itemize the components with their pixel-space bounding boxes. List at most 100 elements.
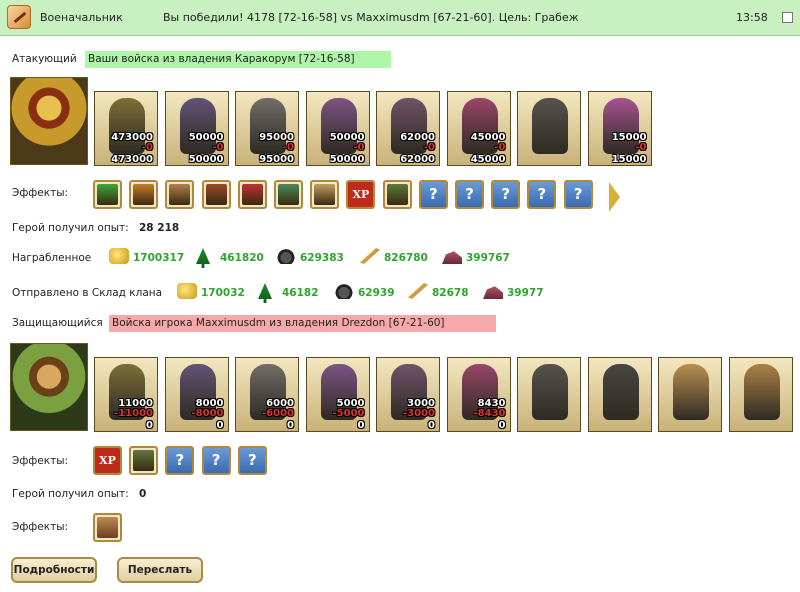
unit-figure-icon (461, 98, 498, 154)
attacker-owner: Ваши войска из владения Каракорум [72-16… (85, 51, 391, 68)
unknown-effect[interactable]: ? (165, 446, 195, 475)
question-icon: ? (457, 182, 482, 207)
sword-effect[interactable] (93, 180, 122, 209)
defender-exp-label: Герой получил опыт: (12, 488, 129, 500)
unit-remaining: 0 (498, 420, 506, 431)
scroll-icon (314, 184, 336, 205)
unit-card[interactable]: 50000 -0 50000 (164, 91, 229, 166)
resource-value: 46182 (282, 287, 319, 299)
grain-icon (408, 283, 428, 299)
unit-remaining: 473000 (111, 154, 153, 165)
hands-icon (169, 184, 191, 205)
battle-result: Вы победили! 4178 [72-16-58] vs Maxximus… (163, 11, 579, 24)
attacker-hero-portrait[interactable] (10, 77, 88, 165)
resource-value: 399767 (466, 252, 510, 264)
unit-card[interactable]: 8430 -8430 0 (446, 357, 511, 432)
unit-figure-icon (532, 98, 568, 154)
select-checkbox[interactable] (782, 12, 793, 23)
defender-hero-portrait[interactable] (10, 343, 88, 431)
battle-xp-icon (386, 184, 408, 205)
fortress-effect[interactable] (201, 180, 231, 209)
unit-card[interactable]: 8000 -8000 0 (164, 357, 229, 432)
unit-loss: -0 (212, 142, 224, 153)
effects-next-arrow-icon[interactable] (609, 182, 620, 212)
unit-card[interactable]: 62000 -0 62000 (376, 91, 440, 166)
unit-card[interactable] (517, 91, 581, 166)
resource-value: 1700317 (133, 252, 185, 264)
battle-xp-effect[interactable] (129, 446, 159, 475)
forward-button[interactable]: Переслать (117, 557, 203, 583)
unit-card[interactable]: 5000 -5000 0 (305, 357, 370, 432)
report-type: Военачальник (40, 11, 123, 24)
unit-card[interactable] (658, 357, 722, 432)
defender-label: Защищающийся (12, 317, 103, 329)
unit-card[interactable] (728, 357, 793, 432)
sword-report-icon (7, 5, 31, 29)
unit-loss: -0 (282, 142, 294, 153)
resource-value: 170032 (201, 287, 245, 299)
defender-exp-value: 0 (139, 488, 147, 500)
defender-hero-effect[interactable] (93, 513, 122, 542)
unit-loss: -0 (494, 142, 506, 153)
handshake-effect[interactable] (129, 180, 159, 209)
report-header: Военачальник Вы победили! 4178 [72-16-58… (0, 0, 800, 36)
shield-effect[interactable] (274, 180, 303, 209)
stone-icon (334, 283, 354, 299)
unit-loss: -0 (353, 142, 365, 153)
unit-card[interactable]: 3000 -3000 0 (376, 357, 440, 432)
attacker-label: Атакующий (12, 53, 77, 65)
resource-value: 461820 (220, 252, 264, 264)
grain-icon (360, 248, 380, 264)
question-icon: ? (167, 448, 193, 473)
scroll-effect[interactable] (310, 180, 340, 209)
clan-storage-label: Отправлено в Склад клана (12, 287, 163, 299)
hero-icon (97, 517, 118, 538)
unknown-effect[interactable]: ? (455, 180, 484, 209)
unit-figure-icon (532, 364, 568, 420)
unit-loss: -8430 (473, 408, 506, 419)
fortress-icon (205, 184, 227, 205)
hands-effect[interactable] (165, 180, 195, 209)
attacker-exp-value: 28 218 (139, 222, 180, 234)
report-time: 13:58 (736, 11, 768, 24)
unit-remaining: 45000 (470, 154, 506, 165)
unit-card[interactable]: 45000 -0 45000 (446, 91, 511, 166)
unit-card[interactable]: 15000 -0 15000 (587, 91, 652, 166)
battle-xp-icon (133, 450, 155, 471)
unit-card[interactable]: 11000 -11000 0 (94, 357, 158, 432)
unit-loss: -8000 (191, 408, 224, 419)
unit-remaining: 50000 (329, 154, 365, 165)
unit-remaining: 0 (357, 420, 365, 431)
unit-remaining: 62000 (400, 154, 435, 165)
unit-card[interactable]: 6000 -6000 0 (235, 357, 299, 432)
question-icon: ? (239, 448, 265, 473)
XP-effect[interactable]: XP (93, 446, 122, 475)
unit-card[interactable] (517, 357, 581, 432)
details-button[interactable]: Подробности (11, 557, 97, 583)
defender-effects2-label: Эффекты: (12, 521, 69, 533)
loot-label: Награбленное (12, 252, 92, 264)
unit-remaining: 0 (216, 420, 224, 431)
attacker-exp-label: Герой получил опыт: (12, 222, 129, 234)
unknown-effect[interactable]: ? (527, 180, 557, 209)
unknown-effect[interactable]: ? (237, 446, 267, 475)
wood-icon (196, 248, 210, 268)
unit-card[interactable]: 95000 -0 95000 (235, 91, 299, 166)
unknown-effect[interactable]: ? (418, 180, 448, 209)
unit-card[interactable]: 473000 -0 473000 (94, 91, 158, 166)
unit-card[interactable] (587, 357, 652, 432)
attacker-effects-label: Эффекты: (12, 187, 69, 199)
resource-value: 39977 (507, 287, 544, 299)
unknown-effect[interactable]: ? (491, 180, 521, 209)
unit-card[interactable]: 50000 -0 50000 (305, 91, 370, 166)
gift-icon (241, 184, 263, 205)
defender-owner: Войска игрока Maxximusdm из владения Dre… (109, 315, 496, 332)
unknown-effect[interactable]: ? (201, 446, 231, 475)
XP-effect[interactable]: XP (346, 180, 376, 209)
question-icon: ? (529, 182, 555, 207)
unknown-effect[interactable]: ? (563, 180, 593, 209)
unit-remaining: 0 (146, 420, 153, 431)
question-icon: ? (420, 182, 446, 207)
battle-xp-effect[interactable] (382, 180, 412, 209)
gift-effect[interactable] (237, 180, 267, 209)
